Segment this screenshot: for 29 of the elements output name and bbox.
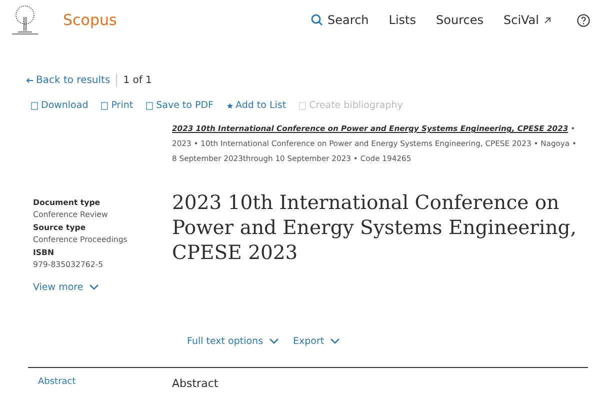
chevron-down-icon	[89, 284, 100, 291]
square-icon	[299, 102, 306, 110]
nav-link[interactable]: Search	[310, 13, 369, 27]
dropdown-link[interactable]: Export	[293, 336, 340, 347]
square-icon	[101, 102, 108, 110]
search-icon	[310, 14, 323, 26]
back-link[interactable]: Back to results	[26, 75, 110, 86]
brand-name: Scopus	[63, 11, 117, 29]
nav-link[interactable]: SciVal	[503, 13, 551, 27]
section-heading: Abstract	[172, 377, 220, 390]
toolbar-action[interactable]: Save to PDF	[146, 100, 214, 111]
nav-link[interactable]: Sources	[436, 13, 484, 27]
document-title: 2023 10th International Conference on Power and Energy Systems Engineering, CPESE 2023	[172, 190, 578, 266]
star-icon	[226, 102, 232, 108]
toolbar-action[interactable]: Add to List	[226, 100, 286, 111]
square-icon	[31, 102, 38, 110]
square-icon	[146, 102, 154, 110]
external-link-icon	[544, 16, 551, 24]
toolbar-action[interactable]: Print	[101, 100, 134, 111]
nav-link[interactable]: Lists	[388, 13, 416, 27]
dropdown-link[interactable]: Full text options	[187, 336, 280, 347]
help-icon[interactable]	[577, 14, 590, 26]
view-more-link[interactable]: View more	[33, 282, 172, 293]
chevron-down-icon	[330, 338, 340, 345]
section-nav-link[interactable]: Abstract	[0, 377, 172, 390]
chevron-down-icon	[269, 338, 280, 345]
result-position: 1 of 1	[123, 75, 152, 86]
back-arrow-icon	[26, 78, 33, 83]
toolbar-action[interactable]: Download	[31, 100, 88, 111]
